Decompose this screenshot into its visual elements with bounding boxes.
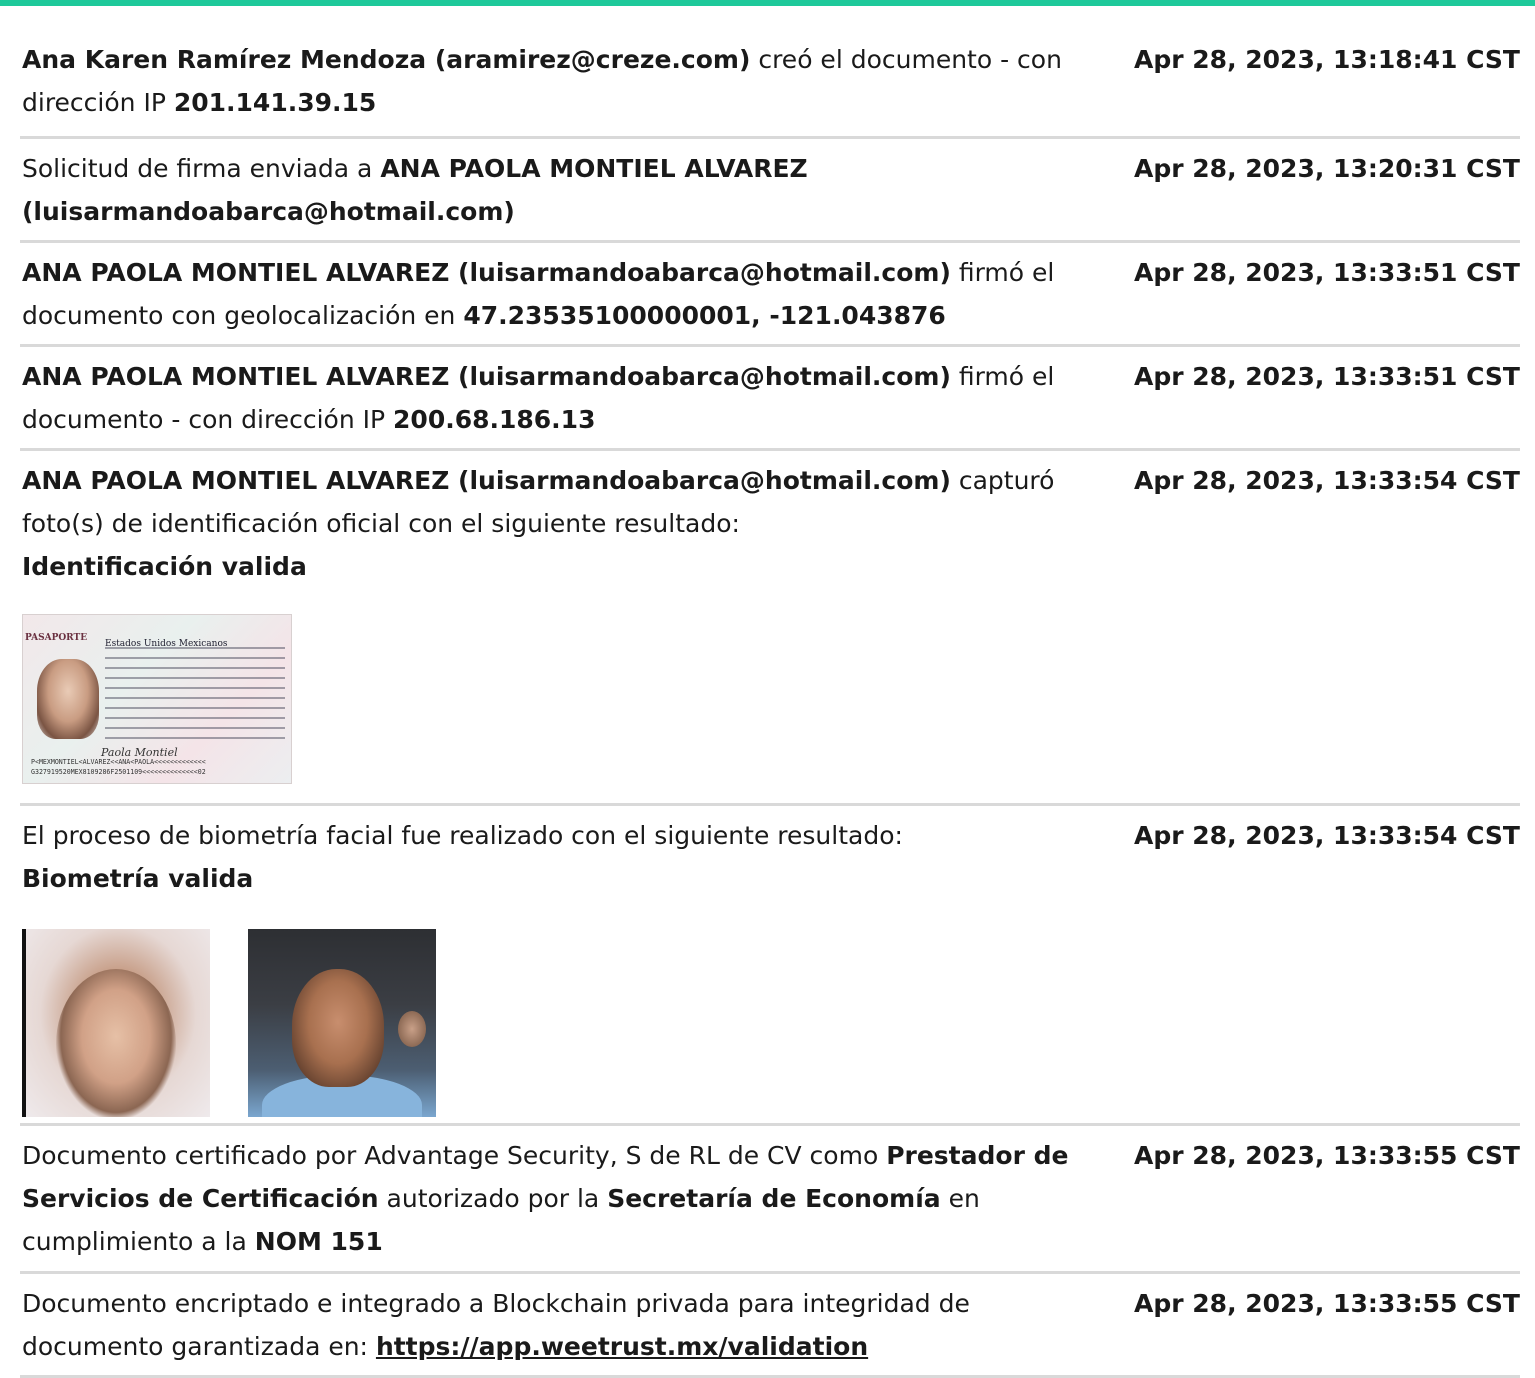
entry-description: Ana Karen Ramírez Mendoza (aramirez@crez… xyxy=(22,45,1062,117)
entry-timestamp: Apr 28, 2023, 13:33:51 CST xyxy=(1134,362,1520,391)
log-entry: Solicitud de firma enviada a ANA PAOLA M… xyxy=(20,139,1520,243)
log-entry: ANA PAOLA MONTIEL ALVAREZ (luisarmandoab… xyxy=(20,347,1520,451)
entry-description: Documento encriptado e integrado a Block… xyxy=(22,1289,970,1361)
log-entry: ANA PAOLA MONTIEL ALVAREZ (luisarmandoab… xyxy=(20,243,1520,347)
entry-timestamp: Apr 28, 2023, 13:33:54 CST xyxy=(1134,821,1520,850)
biometric-photos xyxy=(22,929,1102,1117)
entry-description: El proceso de biometría facial fue reali… xyxy=(20,814,1102,1123)
validation-link[interactable]: https://app.weetrust.mx/validation xyxy=(376,1332,868,1361)
entry-timestamp: Apr 28, 2023, 13:20:31 CST xyxy=(1134,154,1520,183)
entry-timestamp: Apr 28, 2023, 13:33:51 CST xyxy=(1134,258,1520,287)
entry-description: ANA PAOLA MONTIEL ALVAREZ (luisarmandoab… xyxy=(22,362,1055,434)
passport-mrz: P<MEXMONTIEL<ALVAREZ<<ANA<PAOLA<<<<<<<<<… xyxy=(31,758,206,776)
passport-photo: PASAPORTE Estados Unidos Mexicanos Paola… xyxy=(22,614,292,784)
entry-description: ANA PAOLA MONTIEL ALVAREZ (luisarmandoab… xyxy=(20,459,1102,803)
entry-description: ANA PAOLA MONTIEL ALVAREZ (luisarmandoab… xyxy=(22,258,1055,330)
entry-timestamp: Apr 28, 2023, 13:33:55 CST xyxy=(1134,1141,1520,1170)
passport-data-lines xyxy=(105,639,285,739)
entry-description: Solicitud de firma enviada a ANA PAOLA M… xyxy=(22,154,808,226)
passport-face-image xyxy=(37,659,99,739)
log-entry: Documento certificado por Advantage Secu… xyxy=(20,1126,1520,1274)
entry-timestamp: Apr 28, 2023, 13:33:54 CST xyxy=(1134,466,1520,495)
entry-timestamp: Apr 28, 2023, 13:18:41 CST xyxy=(1134,45,1520,74)
selfie-photo xyxy=(248,929,436,1117)
accent-bar xyxy=(0,0,1535,6)
document-face-photo xyxy=(22,929,210,1117)
log-entry: ANA PAOLA MONTIEL ALVAREZ (luisarmandoab… xyxy=(20,451,1520,806)
entry-timestamp: Apr 28, 2023, 13:33:55 CST xyxy=(1134,1289,1520,1318)
passport-header: PASAPORTE xyxy=(25,633,88,643)
audit-log: Ana Karen Ramírez Mendoza (aramirez@crez… xyxy=(20,38,1520,1378)
log-entry: Ana Karen Ramírez Mendoza (aramirez@crez… xyxy=(20,38,1520,139)
log-entry: Documento encriptado e integrado a Block… xyxy=(20,1274,1520,1378)
log-entry: El proceso de biometría facial fue reali… xyxy=(20,806,1520,1126)
entry-description: Documento certificado por Advantage Secu… xyxy=(22,1141,1069,1256)
